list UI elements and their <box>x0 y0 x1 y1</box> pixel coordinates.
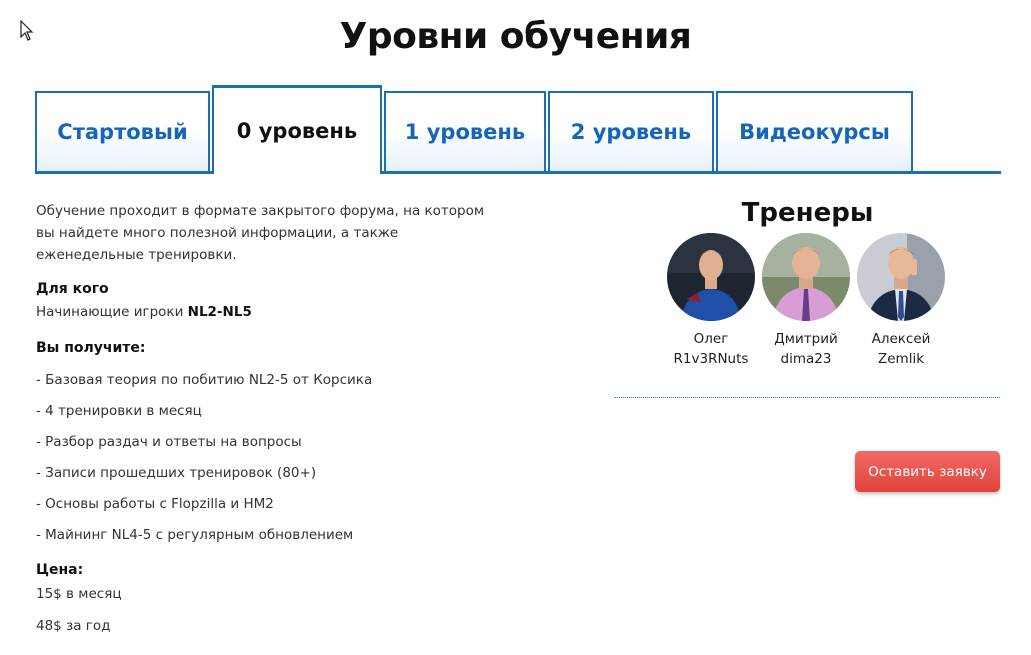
for-whom-label: Начинающие игроки <box>36 304 188 320</box>
trainer-card: Олег R1v3RNuts <box>656 233 766 369</box>
level-tabs: Стартовый 0 уровень 1 уровень 2 уровень … <box>35 82 1001 174</box>
tab-level-0[interactable]: 0 уровень <box>212 85 382 174</box>
trainer-name: Алексей Zemlik <box>846 329 956 369</box>
list-item: - Базовая теория по побитию NL2-5 от Кор… <box>36 372 373 388</box>
trainer-nick: Zemlik <box>877 351 925 367</box>
trainer-nick: dima23 <box>780 351 832 367</box>
price-heading: Цена: <box>36 562 84 578</box>
trainer-card: Алексей Zemlik <box>846 233 956 369</box>
list-item: - 4 тренировки в месяц <box>36 403 202 419</box>
trainer-first-name: Дмитрий <box>774 331 838 347</box>
price-year: 48$ за год <box>36 618 111 634</box>
tab-starter[interactable]: Стартовый <box>35 91 210 171</box>
tab-level-2[interactable]: 2 уровень <box>548 91 714 171</box>
trainer-name: Дмитрий dima23 <box>751 329 861 369</box>
trainers-title: Тренеры <box>741 198 874 228</box>
you-get-heading: Вы получите: <box>36 340 146 356</box>
submit-application-button[interactable]: Оставить заявку <box>855 451 1000 492</box>
section-divider <box>615 397 1000 398</box>
for-whom-text: Начинающие игроки NL2-NL5 <box>36 304 252 320</box>
list-item: - Майнинг NL4-5 с регулярным обновлением <box>36 527 354 543</box>
trainer-name: Олег R1v3RNuts <box>656 329 766 369</box>
tabs-underline <box>35 171 1001 174</box>
tab-level-1[interactable]: 1 уровень <box>384 91 546 171</box>
for-whom-heading: Для кого <box>36 281 109 297</box>
tab-video-courses[interactable]: Видеокурсы <box>716 91 913 171</box>
for-whom-levels: NL2-NL5 <box>187 304 252 320</box>
trainer-avatar <box>762 233 850 321</box>
intro-text: Обучение проходит в формате закрытого фо… <box>36 203 485 263</box>
benefits-list: - Базовая теория по побитию NL2-5 от Кор… <box>36 372 372 558</box>
trainer-first-name: Олег <box>693 331 729 347</box>
list-item: - Записи прошедших тренировок (80+) <box>36 465 317 481</box>
page-title: Уровни обучения <box>339 16 692 57</box>
list-item: - Разбор раздач и ответы на вопросы <box>36 434 302 450</box>
trainer-first-name: Алексей <box>871 331 931 347</box>
trainer-card: Дмитрий dima23 <box>751 233 861 369</box>
trainer-nick: R1v3RNuts <box>673 351 749 367</box>
trainer-avatar <box>857 233 945 321</box>
trainer-avatar <box>667 233 755 321</box>
price-month: 15$ в месяц <box>36 586 122 602</box>
list-item: - Основы работы с Flopzilla и HM2 <box>36 496 274 512</box>
